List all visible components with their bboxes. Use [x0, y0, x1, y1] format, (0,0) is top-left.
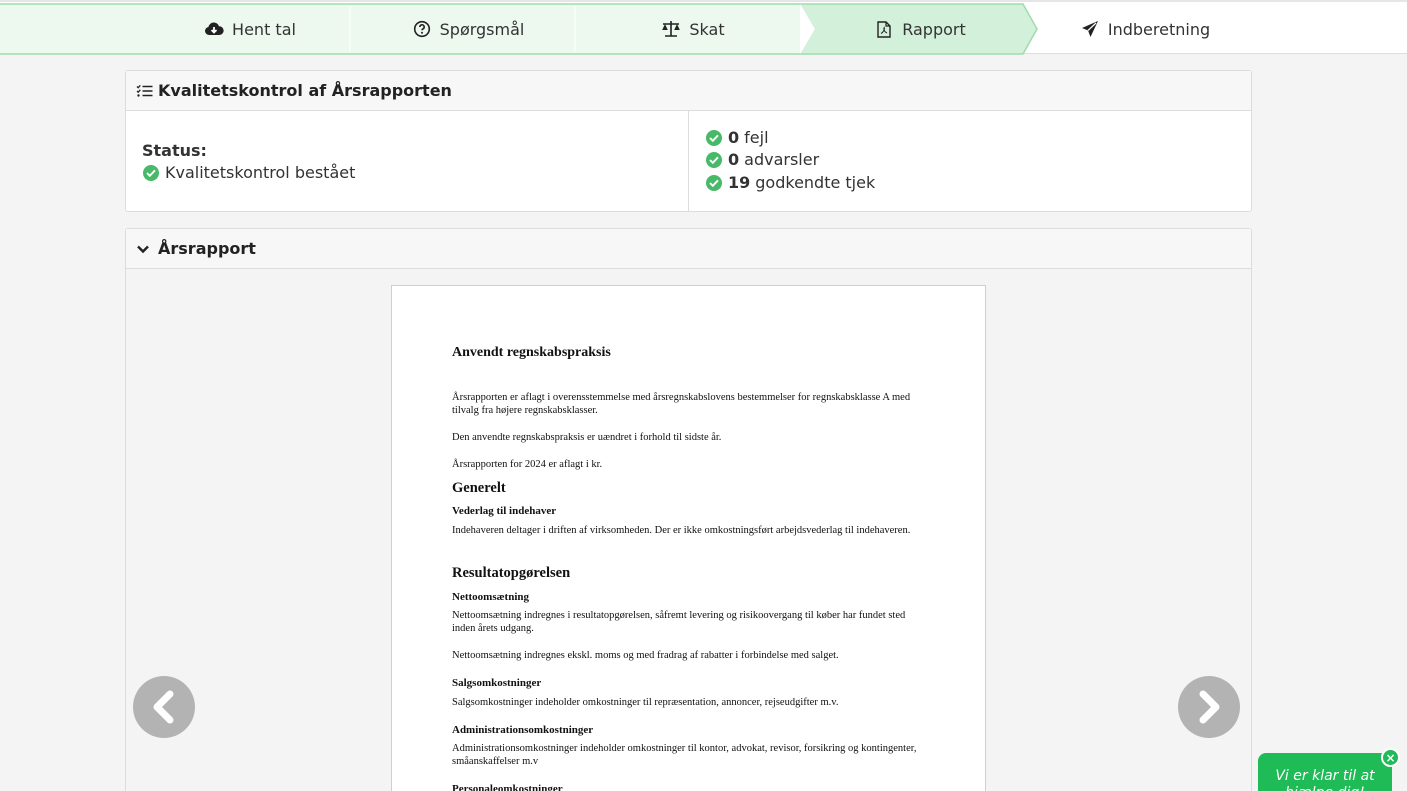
chevron-right-icon [1199, 690, 1220, 724]
question-circle-icon [412, 20, 432, 38]
status-text: Kvalitetskontrol bestået [165, 163, 356, 182]
report-page: Anvendt regnskabspraksis Årsrapporten er… [391, 285, 986, 791]
paragraph: Salgsomkostninger indeholder omkostninge… [452, 697, 839, 708]
step-label: Indberetning [1107, 19, 1211, 39]
metric-count: 19 [728, 173, 751, 192]
metric-godkendte-tjek: 19 godkendte tjek [706, 173, 875, 192]
paragraph: Nettoomsætning indregnes ekskl. moms og … [452, 650, 839, 661]
paragraph: Den anvendte regnskabspraksis er uændret… [452, 432, 722, 443]
step-indberetning[interactable]: Indberetning [1045, 4, 1245, 54]
paragraph: Årsrapporten for 2024 er aflagt i kr. [452, 459, 603, 470]
metric-label: godkendte tjek [755, 173, 876, 192]
status-panel: Status: Kvalitetskontrol bestået [126, 111, 689, 211]
scale-icon [661, 20, 681, 38]
metric-label: advarsler [744, 150, 820, 169]
step-hent-tal[interactable]: Hent tal [150, 4, 350, 54]
section-heading: Resultatopgørelsen [452, 565, 571, 581]
metric-count: 0 [728, 150, 740, 169]
cloud-download-icon [204, 20, 224, 38]
subsection-heading: Vederlag til indehaver [452, 505, 557, 517]
section-heading: Generelt [452, 480, 506, 496]
report-header[interactable]: Årsrapport [126, 229, 1251, 269]
previous-page-button[interactable] [133, 676, 195, 738]
check-circle-icon [143, 164, 159, 181]
paragraph: Nettoomsætning indregnes i resultatopgør… [452, 610, 906, 634]
metrics-panel: 0 fejl 0 advarsler 19 godkendte tjek [689, 111, 1251, 211]
chevron-down-icon[interactable] [136, 244, 154, 254]
chevron-left-icon [153, 690, 174, 724]
report-title: Årsrapport [158, 239, 256, 258]
subsection-heading: Personaleomkostninger [452, 783, 563, 791]
chat-close-button[interactable]: × [1381, 748, 1400, 767]
chat-widget[interactable]: Vi er klar til at hjælpe dig! [1258, 753, 1392, 791]
metric-fejl: 0 fejl [706, 128, 769, 147]
quality-control-header: Kvalitetskontrol af Årsrapporten [126, 71, 1251, 111]
check-circle-icon [706, 151, 722, 168]
step-label: Spørgsmål [439, 19, 525, 39]
step-label: Hent tal [232, 19, 296, 39]
paragraph: Årsrapporten er aflagt i overensstemmels… [452, 392, 911, 416]
paper-plane-icon [1080, 20, 1100, 38]
metric-advarsler: 0 advarsler [706, 150, 819, 169]
chat-text: Vi er klar til at hjælpe dig! [1275, 768, 1375, 791]
close-icon: × [1385, 750, 1396, 765]
step-skat[interactable]: Skat [593, 4, 793, 54]
pdf-file-icon [874, 20, 894, 38]
next-page-button[interactable] [1178, 676, 1240, 738]
subsection-heading: Salgsomkostninger [452, 677, 542, 689]
report-viewer: Anvendt regnskabspraksis Årsrapporten er… [126, 269, 1251, 791]
page-heading: Anvendt regnskabspraksis [452, 345, 611, 360]
step-label: Skat [689, 19, 725, 39]
step-rapport[interactable]: Rapport [820, 4, 1020, 54]
metric-count: 0 [728, 128, 740, 147]
check-circle-icon [706, 174, 722, 191]
paragraph: Administrationsomkostninger indeholder o… [452, 743, 917, 767]
progress-stepper: Hent tal Spørgsmål Skat Rapport Indberet… [0, 0, 1407, 55]
quality-control-card: Kvalitetskontrol af Årsrapporten Status:… [125, 70, 1252, 212]
checklist-icon [136, 84, 154, 98]
status-label: Status: [142, 141, 207, 160]
metric-label: fejl [744, 128, 769, 147]
status-value: Kvalitetskontrol bestået [143, 163, 355, 182]
quality-control-title: Kvalitetskontrol af Årsrapporten [158, 81, 452, 100]
step-label: Rapport [902, 19, 966, 39]
subsection-heading: Administrationsomkostninger [452, 724, 594, 736]
check-circle-icon [706, 129, 722, 146]
subsection-heading: Nettoomsætning [452, 591, 529, 603]
step-sporgsmal[interactable]: Spørgsmål [368, 4, 568, 54]
report-card: Årsrapport Anvendt regnskabspraksis Årsr… [125, 228, 1252, 791]
paragraph: Indehaveren deltager i driften af virkso… [452, 525, 911, 536]
